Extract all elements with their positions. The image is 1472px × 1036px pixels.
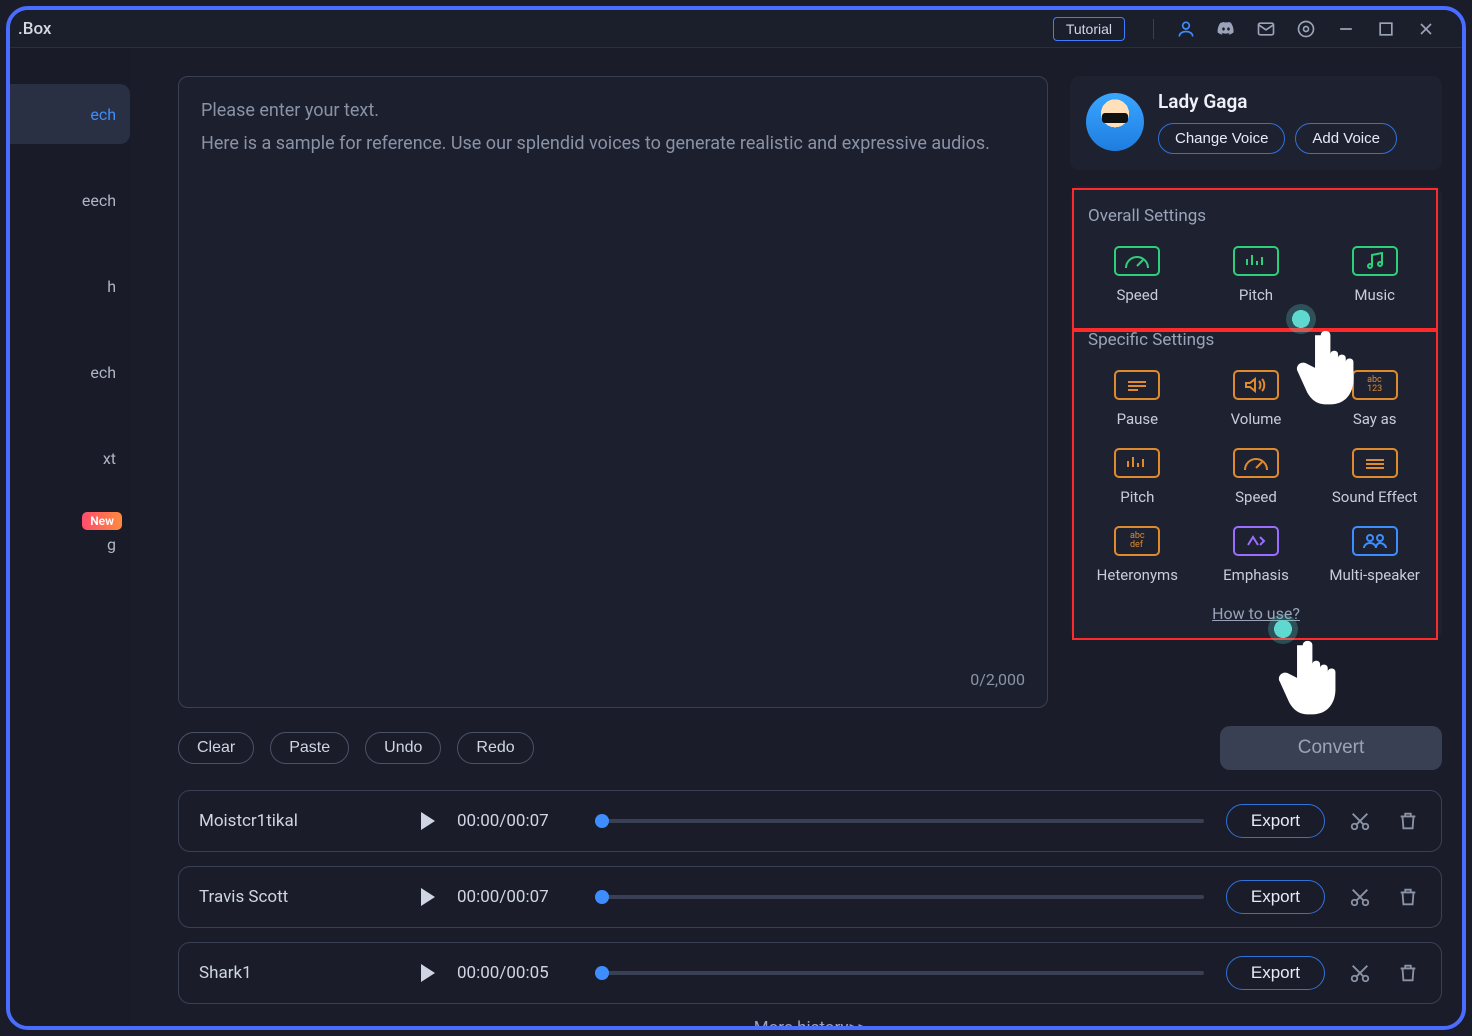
app-title: .Box	[18, 19, 51, 39]
music-icon	[1352, 246, 1398, 276]
tracks-list: Moistcr1tikal 00:00/00:07 Export Travis …	[178, 790, 1442, 1004]
placeholder-line1: Please enter your text.	[201, 97, 1025, 126]
minimize-icon[interactable]	[1334, 17, 1358, 41]
play-icon[interactable]	[421, 812, 435, 830]
delete-icon[interactable]	[1395, 960, 1421, 986]
delete-icon[interactable]	[1395, 808, 1421, 834]
heteronyms-icon: abcdef	[1114, 526, 1160, 556]
how-to-use-link[interactable]: How to use?	[1212, 604, 1300, 623]
placeholder-line2: Here is a sample for reference. Use our …	[201, 130, 1025, 159]
settings-icon[interactable]	[1294, 17, 1318, 41]
progress-slider[interactable]	[595, 895, 1204, 899]
export-button[interactable]: Export	[1226, 804, 1325, 838]
setting-speed[interactable]: Speed	[1078, 240, 1197, 314]
progress-slider[interactable]	[595, 971, 1204, 975]
setting-speed-spec[interactable]: Speed	[1197, 442, 1316, 516]
export-button[interactable]: Export	[1226, 880, 1325, 914]
tutorial-button[interactable]: Tutorial	[1053, 17, 1125, 41]
setting-multi-speaker[interactable]: Multi-speaker	[1315, 520, 1434, 594]
cut-icon[interactable]	[1347, 808, 1373, 834]
add-voice-button[interactable]: Add Voice	[1295, 123, 1397, 154]
cut-icon[interactable]	[1347, 960, 1373, 986]
settings-panel: Overall Settings Speed Pitch	[1070, 186, 1442, 639]
track-row: Travis Scott 00:00/00:07 Export	[178, 866, 1442, 928]
track-time: 00:00/00:07	[457, 811, 573, 831]
pitch-spec-icon	[1114, 448, 1160, 478]
new-badge: New	[82, 512, 122, 530]
specific-settings-title: Specific Settings	[1088, 330, 1424, 350]
titlebar: .Box Tutorial	[10, 10, 1462, 48]
emphasis-icon	[1233, 526, 1279, 556]
undo-button[interactable]: Undo	[365, 732, 441, 764]
text-editor[interactable]: Please enter your text. Here is a sample…	[178, 76, 1048, 708]
sidebar-item-4[interactable]: xt	[10, 428, 130, 488]
pitch-icon	[1233, 246, 1279, 276]
setting-sayas[interactable]: abc123 Say as	[1315, 364, 1434, 438]
track-name: Shark1	[199, 963, 399, 983]
progress-slider[interactable]	[595, 819, 1204, 823]
voice-name: Lady Gaga	[1158, 90, 1426, 113]
char-counter: 0/2,000	[970, 667, 1025, 693]
setting-emphasis[interactable]: Emphasis	[1197, 520, 1316, 594]
track-name: Moistcr1tikal	[199, 811, 399, 831]
play-icon[interactable]	[421, 964, 435, 982]
volume-icon	[1233, 370, 1279, 400]
pause-icon	[1114, 370, 1160, 400]
sidebar: ech eech h ech xt New g	[10, 48, 130, 1026]
sidebar-item-2[interactable]: h	[10, 256, 130, 316]
speed-spec-icon	[1233, 448, 1279, 478]
multi-speaker-icon	[1352, 526, 1398, 556]
sound-effect-icon	[1352, 448, 1398, 478]
setting-heteronyms[interactable]: abcdef Heteronyms	[1078, 520, 1197, 594]
mail-icon[interactable]	[1254, 17, 1278, 41]
setting-pitch[interactable]: Pitch	[1197, 240, 1316, 314]
more-history-link[interactable]: More history>>	[178, 1018, 1442, 1030]
setting-pause[interactable]: Pause	[1078, 364, 1197, 438]
track-name: Travis Scott	[199, 887, 399, 907]
avatar	[1086, 93, 1144, 151]
sidebar-item-0[interactable]: ech	[10, 84, 130, 144]
close-icon[interactable]	[1414, 17, 1438, 41]
play-icon[interactable]	[421, 888, 435, 906]
discord-icon[interactable]	[1214, 17, 1238, 41]
sidebar-item-3[interactable]: ech	[10, 342, 130, 402]
sidebar-item-5[interactable]: New g	[10, 514, 130, 574]
delete-icon[interactable]	[1395, 884, 1421, 910]
export-button[interactable]: Export	[1226, 956, 1325, 990]
change-voice-button[interactable]: Change Voice	[1158, 123, 1285, 154]
clear-button[interactable]: Clear	[178, 732, 254, 764]
track-row: Shark1 00:00/00:05 Export	[178, 942, 1442, 1004]
setting-sound-effect[interactable]: Sound Effect	[1315, 442, 1434, 516]
convert-button[interactable]: Convert	[1220, 726, 1442, 770]
user-icon[interactable]	[1174, 17, 1198, 41]
setting-pitch-spec[interactable]: Pitch	[1078, 442, 1197, 516]
sayas-icon: abc123	[1352, 370, 1398, 400]
track-time: 00:00/00:07	[457, 887, 573, 907]
sidebar-item-1[interactable]: eech	[10, 170, 130, 230]
overall-settings-title: Overall Settings	[1088, 206, 1424, 226]
paste-button[interactable]: Paste	[270, 732, 349, 764]
setting-volume[interactable]: Volume	[1197, 364, 1316, 438]
track-time: 00:00/00:05	[457, 963, 573, 983]
action-row: Clear Paste Undo Redo Convert	[178, 726, 1442, 770]
redo-button[interactable]: Redo	[457, 732, 533, 764]
cut-icon[interactable]	[1347, 884, 1373, 910]
setting-music[interactable]: Music	[1315, 240, 1434, 314]
maximize-icon[interactable]	[1374, 17, 1398, 41]
speed-icon	[1114, 246, 1160, 276]
voice-card: Lady Gaga Change Voice Add Voice	[1070, 76, 1442, 170]
해track-row: Moistcr1tikal 00:00/00:07 Export	[178, 790, 1442, 852]
